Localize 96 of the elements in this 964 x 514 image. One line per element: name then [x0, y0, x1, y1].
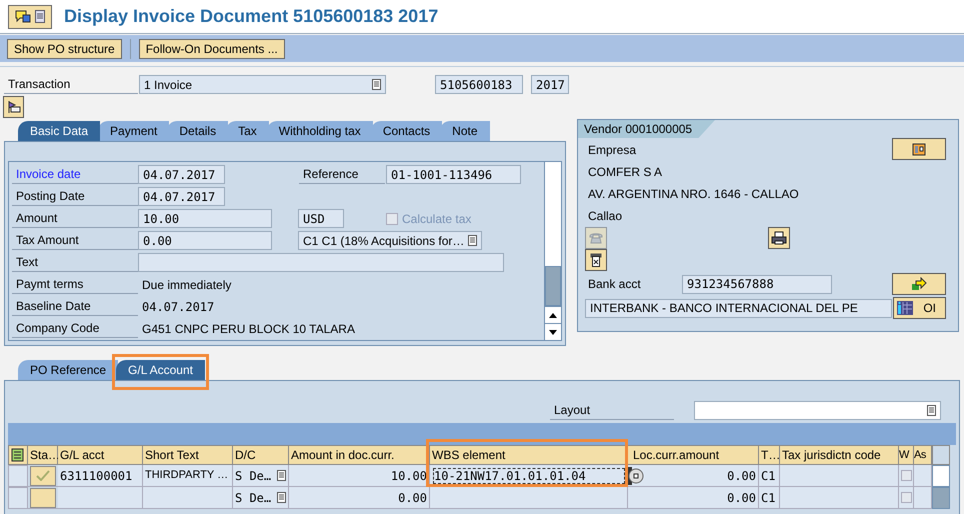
fiscal-year-field[interactable]: 2017: [531, 75, 569, 94]
column-header[interactable]: Amount in doc.curr.: [289, 445, 430, 465]
field-value: 04.07.2017: [141, 298, 216, 316]
tab[interactable]: Contacts: [370, 121, 442, 141]
date-field[interactable]: 04.07.2017: [138, 165, 225, 184]
field-label: Baseline Date: [12, 297, 138, 316]
column-header[interactable]: Short Text: [143, 445, 233, 465]
column-header[interactable]: T…: [759, 445, 780, 465]
table-cell[interactable]: [430, 487, 628, 509]
toolbar-button[interactable]: Follow-On Documents ...: [138, 38, 285, 58]
scroll-up-icon[interactable]: [549, 312, 557, 318]
flag-icon: [6, 100, 20, 114]
field-label: Bank acct: [588, 276, 642, 293]
tab[interactable]: Payment: [98, 121, 170, 141]
header-toggle-button[interactable]: [3, 96, 24, 118]
dropdown-icon[interactable]: [277, 492, 286, 503]
table-cell: 6311100001: [58, 465, 143, 487]
currency-button-icon[interactable]: [628, 466, 644, 484]
tab[interactable]: Note: [440, 121, 490, 141]
table-cell: 0.00: [289, 487, 430, 509]
dropdown-icon[interactable]: [277, 470, 286, 481]
speech-icon: [15, 10, 31, 24]
menu-button[interactable]: [8, 4, 52, 28]
column-header[interactable]: G/L acct: [58, 445, 143, 465]
table-cell: C1: [759, 487, 780, 509]
tab[interactable]: Details: [167, 121, 228, 141]
table-cell: THIRDPARTY …: [143, 465, 233, 487]
document-number-field[interactable]: 5105600183: [435, 75, 523, 94]
checkbox[interactable]: [900, 470, 912, 481]
scrollbar-thumb[interactable]: [545, 266, 561, 306]
transaction-dropdown[interactable]: 1 Invoice: [139, 75, 386, 94]
tax-amount-field[interactable]: 0.00: [138, 231, 272, 250]
reference-field[interactable]: 01-1001-113496: [386, 165, 521, 184]
date-field[interactable]: 04.07.2017: [138, 187, 225, 206]
scrollbar[interactable]: [544, 162, 561, 340]
document-icon: [35, 10, 45, 23]
arrow-icon: [911, 277, 927, 291]
fax-icon: [590, 253, 602, 267]
vendor-address-line: Empresa: [588, 142, 638, 159]
tab[interactable]: Basic Data: [18, 121, 100, 141]
field-label: Reference: [299, 165, 385, 184]
column-header[interactable]: WBS element: [430, 445, 628, 465]
tab[interactable]: Withholding tax: [266, 121, 373, 141]
checkbox[interactable]: [900, 492, 912, 503]
column-header[interactable]: Tax jurisdictn code: [780, 445, 899, 465]
toolbar-button[interactable]: Show PO structure: [7, 38, 122, 58]
currency-field[interactable]: USD: [298, 209, 344, 228]
table-cell: 0.00: [628, 487, 759, 509]
vendor-address-line: COMFER S A: [588, 164, 664, 181]
tab[interactable]: Tax: [226, 121, 269, 141]
column-header[interactable]: Loc.curr.amount: [628, 445, 759, 465]
table-settings-icon[interactable]: [11, 448, 25, 462]
column-header[interactable]: W: [899, 445, 914, 465]
amount-field[interactable]: 10.00: [138, 209, 272, 228]
field-label: Layout: [550, 401, 674, 420]
tab[interactable]: G/L Account: [116, 360, 205, 380]
debit-credit-dropdown[interactable]: S De…: [233, 465, 289, 487]
dropdown-icon[interactable]: [372, 79, 381, 90]
table-cell: C1: [759, 465, 780, 487]
vendor-address-line: Callao: [588, 208, 624, 225]
print-button[interactable]: [768, 227, 790, 249]
field-label: Transaction: [4, 75, 138, 94]
dropdown-icon[interactable]: [468, 235, 477, 246]
cell-text: 0.00: [727, 468, 756, 484]
header-cell: [932, 445, 950, 465]
fax-button[interactable]: [585, 249, 607, 271]
field-label: Company Code: [12, 319, 138, 338]
field-label: Paymt terms: [12, 275, 138, 294]
checkbox-label: Calculate tax: [402, 210, 472, 228]
column-header[interactable]: Sta…: [28, 445, 58, 465]
grid-icon: [912, 142, 926, 156]
phone-icon: [589, 232, 603, 244]
tax-code-dropdown[interactable]: C1 C1 (18% Acquisitions for…: [298, 231, 482, 250]
field-value: Due immediately: [141, 276, 232, 294]
open-items-button[interactable]: OI: [892, 297, 946, 319]
field-value: G451 CNPC PERU BLOCK 10 TALARA: [141, 320, 356, 338]
table-cell: 10.00: [289, 465, 430, 487]
text-field[interactable]: [138, 253, 504, 272]
printer-icon: [771, 231, 787, 245]
bank-name-field[interactable]: INTERBANK - BANCO INTERNACIONAL DEL PE: [585, 298, 892, 318]
window-title: Display Invoice Document 5105600183 2017: [64, 5, 438, 28]
vendor-address-line: AV. ARGENTINA NRO. 1646 - CALLAO: [588, 186, 799, 203]
forward-button[interactable]: [892, 273, 946, 295]
debit-credit-dropdown[interactable]: S De…: [233, 487, 289, 509]
tab[interactable]: PO Reference: [18, 360, 118, 380]
vendor-details-button[interactable]: [892, 138, 946, 160]
scrollbar[interactable]: [932, 487, 950, 509]
column-header[interactable]: As: [914, 445, 932, 465]
scrollbar[interactable]: [932, 465, 950, 487]
info-icon: [896, 301, 913, 315]
scroll-down-icon[interactable]: [549, 330, 557, 334]
check-icon: [36, 470, 50, 481]
column-header[interactable]: D/C: [233, 445, 289, 465]
bank-account-field[interactable]: 931234567888: [682, 274, 832, 294]
dropdown-icon[interactable]: [927, 405, 936, 416]
vendor-title: Vendor 0001000005: [578, 120, 715, 138]
